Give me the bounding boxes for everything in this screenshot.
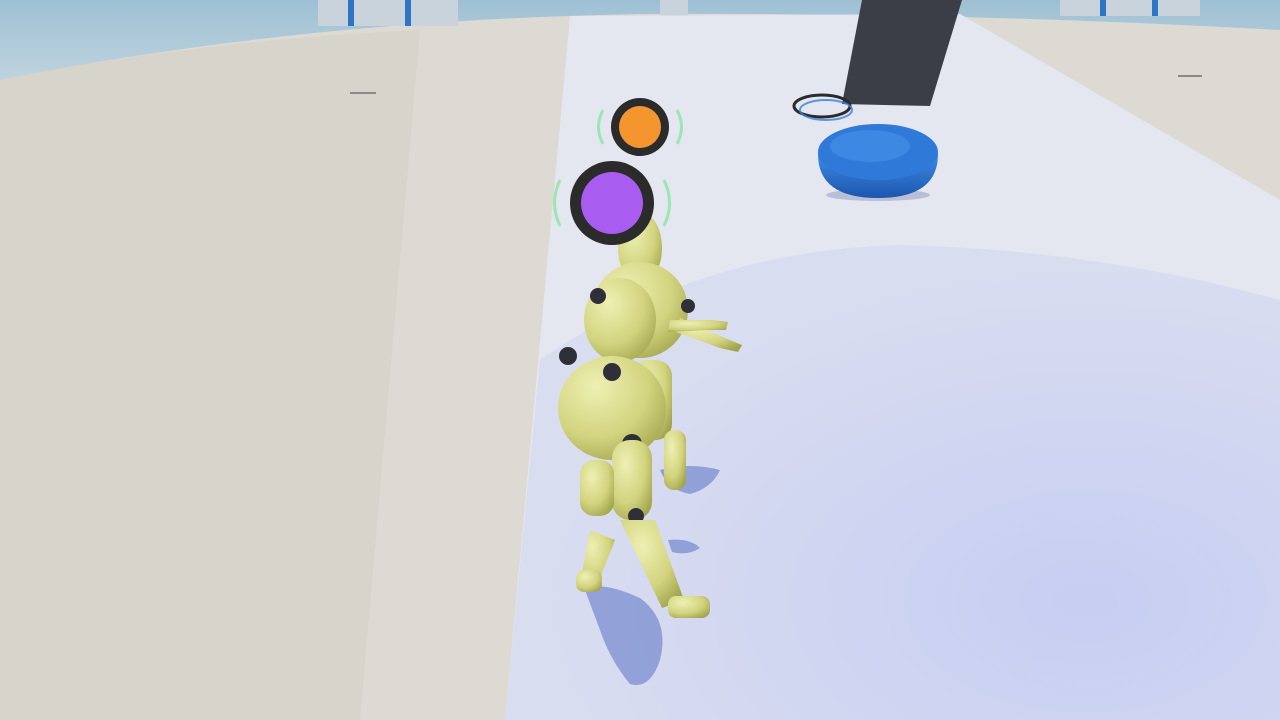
game-scene <box>0 0 1280 720</box>
game-viewport <box>0 0 1280 720</box>
floor-shade <box>0 30 420 720</box>
